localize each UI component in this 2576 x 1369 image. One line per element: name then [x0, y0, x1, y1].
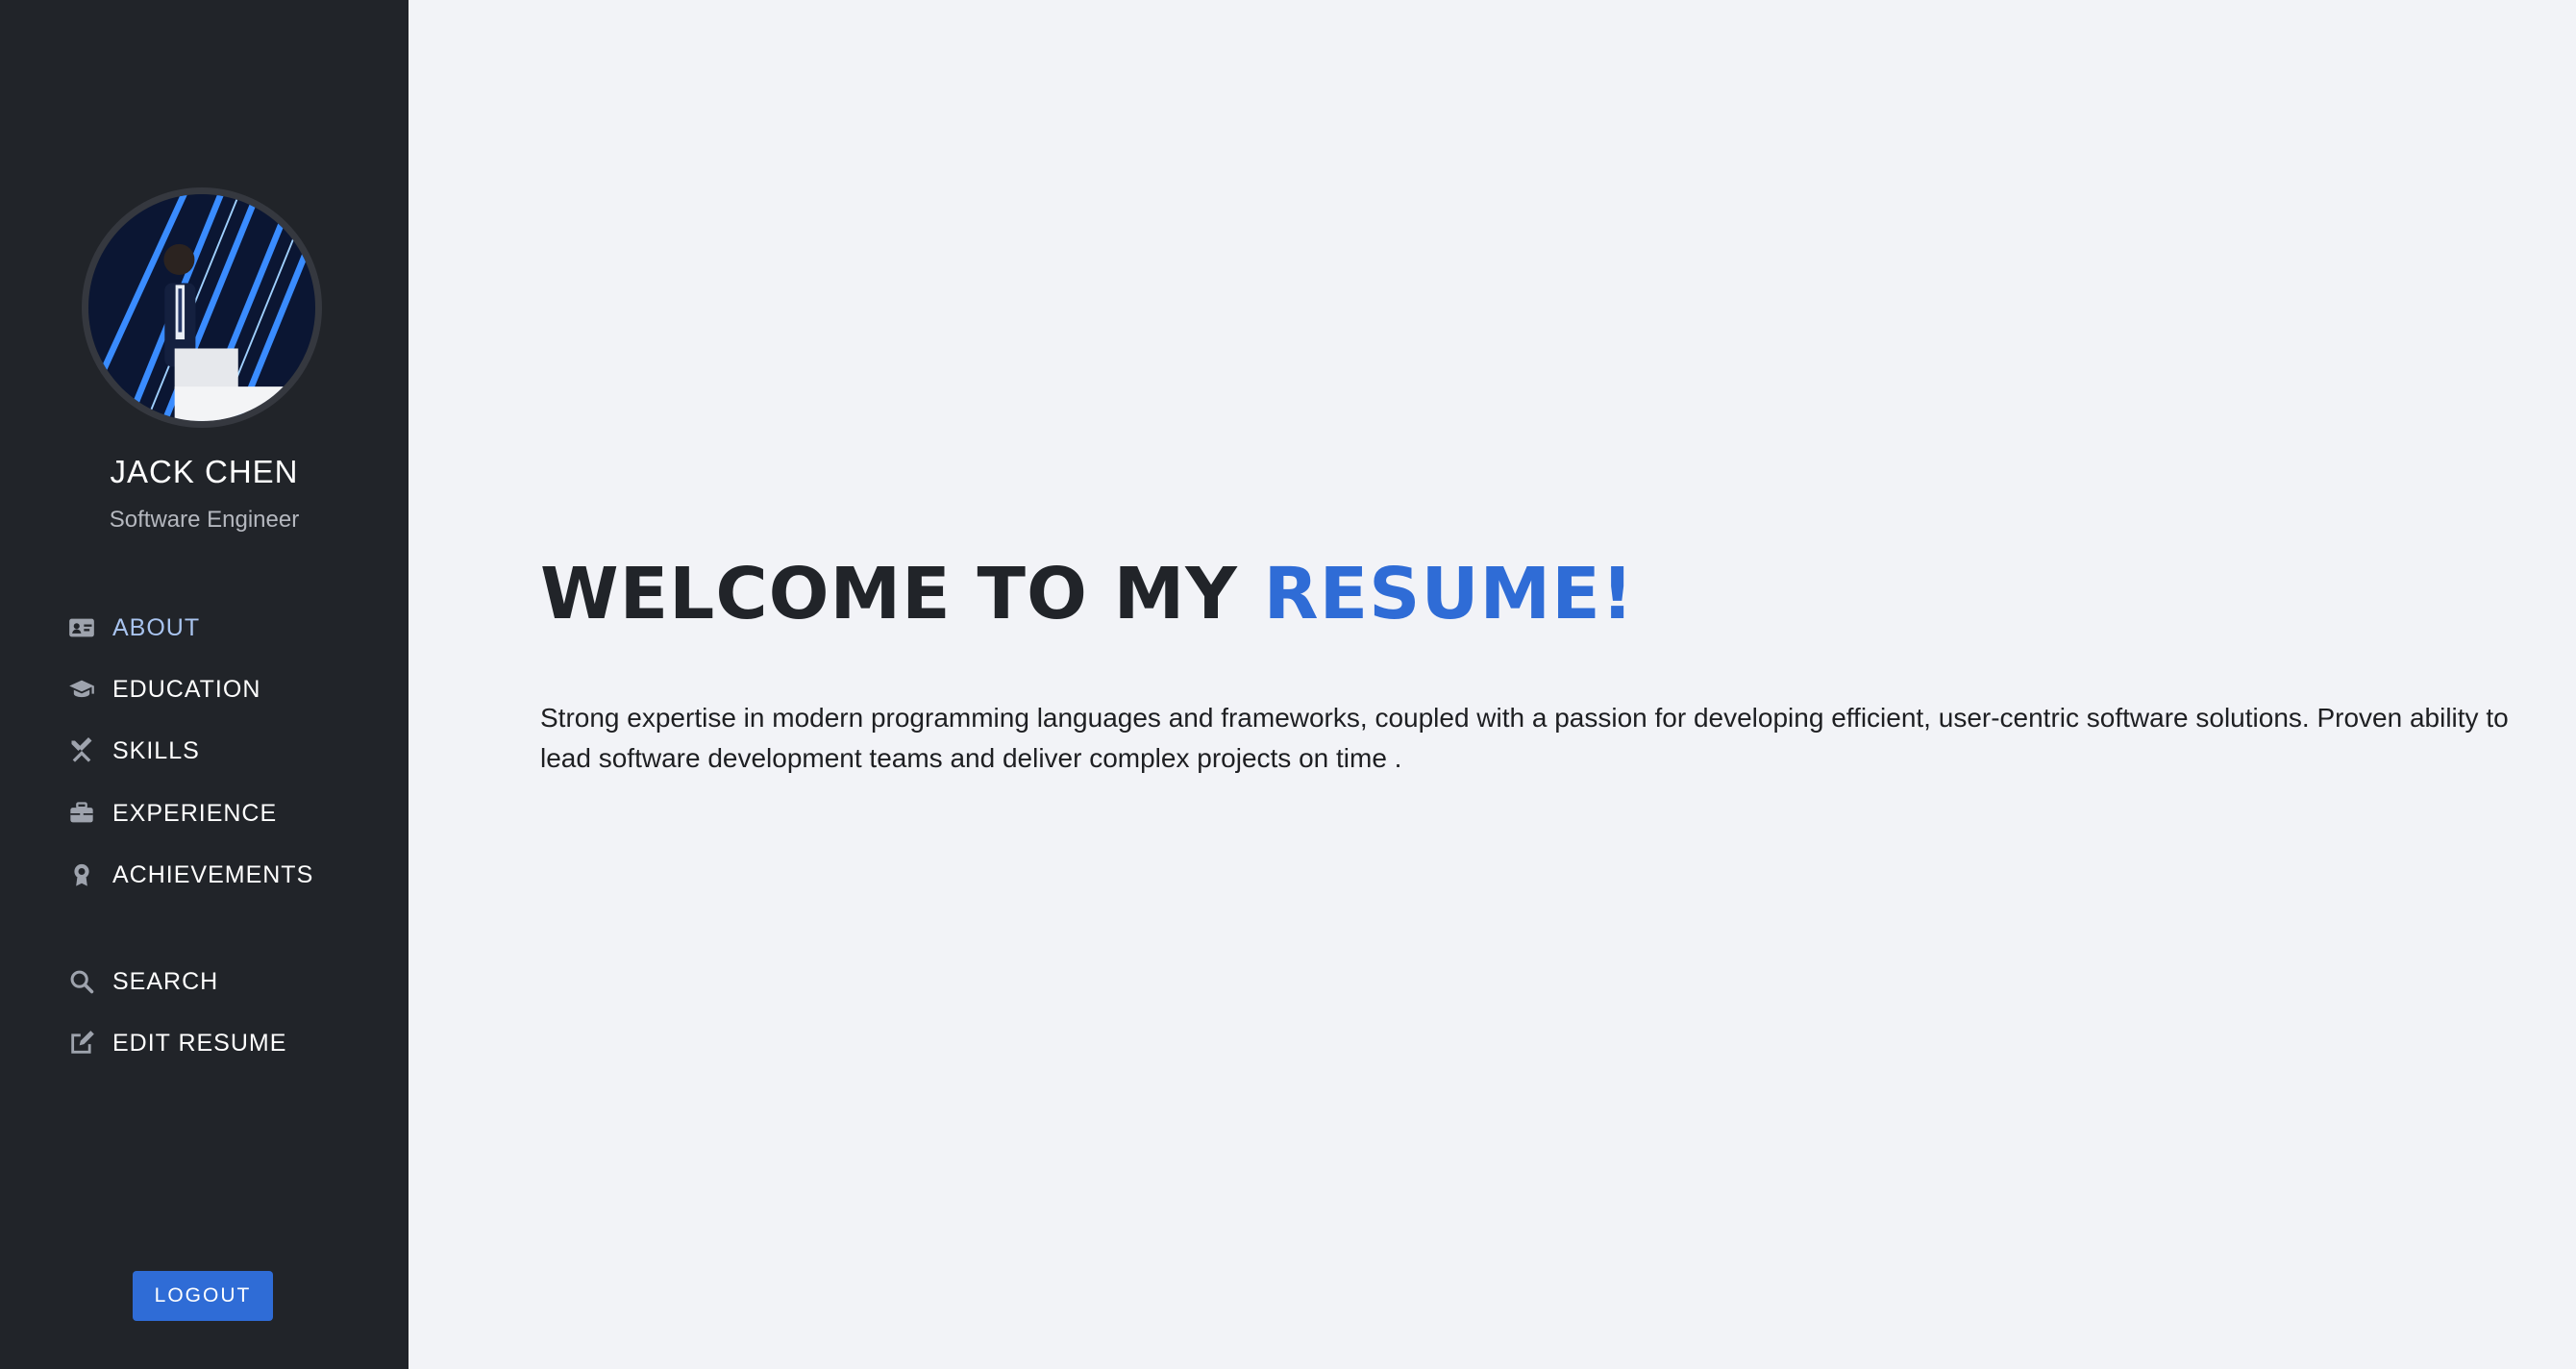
avatar-photo — [88, 194, 315, 421]
sidebar-item-label: EDUCATION — [112, 675, 261, 703]
sidebar-item-edit-resume[interactable]: EDIT RESUME — [67, 1024, 286, 1062]
graduation-cap-icon — [67, 675, 96, 704]
welcome-accent: RESUME! — [1263, 553, 1635, 635]
sidebar-item-skills[interactable]: SKILLS — [67, 732, 200, 770]
welcome-heading: WELCOME TO MY RESUME! — [540, 553, 1635, 635]
intro-text: Strong expertise in modern programming l… — [540, 703, 2509, 773]
sidebar-item-label: ACHIEVEMENTS — [112, 860, 314, 888]
sidebar-item-search[interactable]: SEARCH — [67, 962, 218, 1001]
welcome-prefix: WELCOME TO MY — [540, 553, 1264, 635]
sidebar-item-about[interactable]: ABOUT — [67, 609, 200, 647]
logout-button[interactable]: LOGOUT — [133, 1271, 273, 1321]
app-root: JACK CHEN Software Engineer ABOUT EDUCAT… — [0, 0, 2576, 1369]
briefcase-icon — [67, 799, 96, 828]
tools-icon — [67, 736, 96, 765]
sidebar-item-achievements[interactable]: ACHIEVEMENTS — [67, 856, 313, 894]
profile-name: JACK CHEN — [110, 454, 299, 489]
profile-role: Software Engineer — [109, 507, 300, 533]
sidebar-item-label: EDIT RESUME — [112, 1029, 287, 1057]
sidebar-item-label: EXPERIENCE — [112, 799, 278, 827]
sidebar-item-education[interactable]: EDUCATION — [67, 670, 260, 709]
edit-icon — [67, 1029, 96, 1058]
sidebar-item-label: SKILLS — [112, 736, 200, 764]
sidebar: JACK CHEN Software Engineer ABOUT EDUCAT… — [0, 0, 409, 1369]
sidebar-item-experience[interactable]: EXPERIENCE — [67, 794, 277, 833]
sidebar-item-label: ABOUT — [112, 613, 201, 641]
search-icon — [67, 967, 96, 996]
sidebar-item-label: SEARCH — [112, 967, 219, 995]
id-card-icon — [67, 613, 96, 642]
main-content: WELCOME TO MY RESUME! Strong expertise i… — [409, 0, 2576, 1369]
award-icon — [67, 860, 96, 889]
avatar — [82, 187, 322, 428]
